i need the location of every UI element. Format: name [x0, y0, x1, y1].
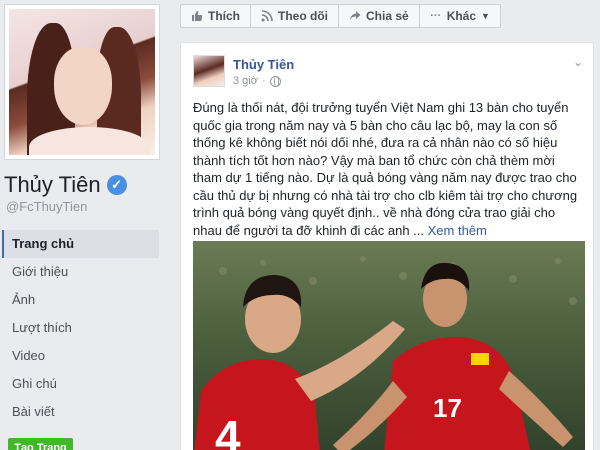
- chevron-down-icon: ▼: [481, 11, 490, 21]
- share-label: Chia sẻ: [366, 9, 409, 23]
- more-label: Khác: [446, 9, 477, 23]
- create-page-button[interactable]: Tạo Trang: [8, 438, 73, 450]
- nav-item-likes[interactable]: Lượt thích: [2, 314, 159, 342]
- post-card: Thủy Tiên 3 giờ · ⌄ Đúng là thối nát, độ…: [180, 42, 594, 450]
- follow-button[interactable]: Theo dõi: [251, 5, 339, 27]
- left-jersey-number: 4: [215, 411, 241, 450]
- profile-picture-frame[interactable]: [4, 4, 160, 160]
- nav-item-home[interactable]: Trang chủ: [2, 230, 159, 258]
- follow-label: Theo dõi: [278, 9, 328, 23]
- like-button[interactable]: Thích: [181, 5, 251, 27]
- post-author-name[interactable]: Thủy Tiên: [233, 57, 294, 72]
- post-body: Đúng là thối nát, đội trưởng tuyển Việt …: [193, 100, 578, 238]
- nav-item-videos[interactable]: Video: [2, 342, 159, 370]
- post-author-avatar[interactable]: [193, 55, 225, 87]
- more-dots-icon: ···: [430, 10, 442, 22]
- rss-icon: [261, 10, 273, 22]
- like-label: Thích: [208, 9, 240, 23]
- page-action-bar: Thích Theo dõi Chia sẻ ··· Khác ▼: [180, 4, 501, 28]
- chevron-down-icon[interactable]: ⌄: [573, 55, 583, 69]
- page-name-row: Thủy Tiên ✓: [4, 172, 127, 198]
- post-photo-illustration: 4 17: [193, 241, 585, 450]
- nav-item-about[interactable]: Giới thiệu: [2, 258, 159, 286]
- share-arrow-icon: [349, 10, 361, 22]
- page-name[interactable]: Thủy Tiên: [4, 172, 101, 198]
- profile-picture[interactable]: [9, 9, 155, 155]
- share-button[interactable]: Chia sẻ: [339, 5, 420, 27]
- post-meta: 3 giờ ·: [233, 75, 281, 87]
- post-text: Đúng là thối nát, đội trưởng tuyển Việt …: [193, 99, 585, 239]
- thumbs-up-icon: [191, 10, 203, 22]
- post-photo[interactable]: 4 17: [193, 241, 585, 450]
- profile-picture-face: [54, 47, 112, 125]
- right-jersey-number: 17: [433, 393, 462, 423]
- verified-badge-icon: ✓: [106, 175, 127, 195]
- nav-item-notes[interactable]: Ghi chú: [2, 370, 159, 398]
- nav-item-posts[interactable]: Bài viết: [2, 398, 159, 426]
- page-handle[interactable]: @FcThuyTien: [6, 199, 87, 214]
- globe-icon: [269, 75, 281, 87]
- meta-separator: ·: [261, 75, 266, 87]
- post-timestamp[interactable]: 3 giờ: [233, 75, 258, 87]
- see-more-link[interactable]: Xem thêm: [428, 223, 487, 238]
- left-navigation: Trang chủ Giới thiệu Ảnh Lượt thích Vide…: [2, 230, 159, 426]
- nav-item-photos[interactable]: Ảnh: [2, 286, 159, 314]
- more-button[interactable]: ··· Khác ▼: [420, 5, 500, 27]
